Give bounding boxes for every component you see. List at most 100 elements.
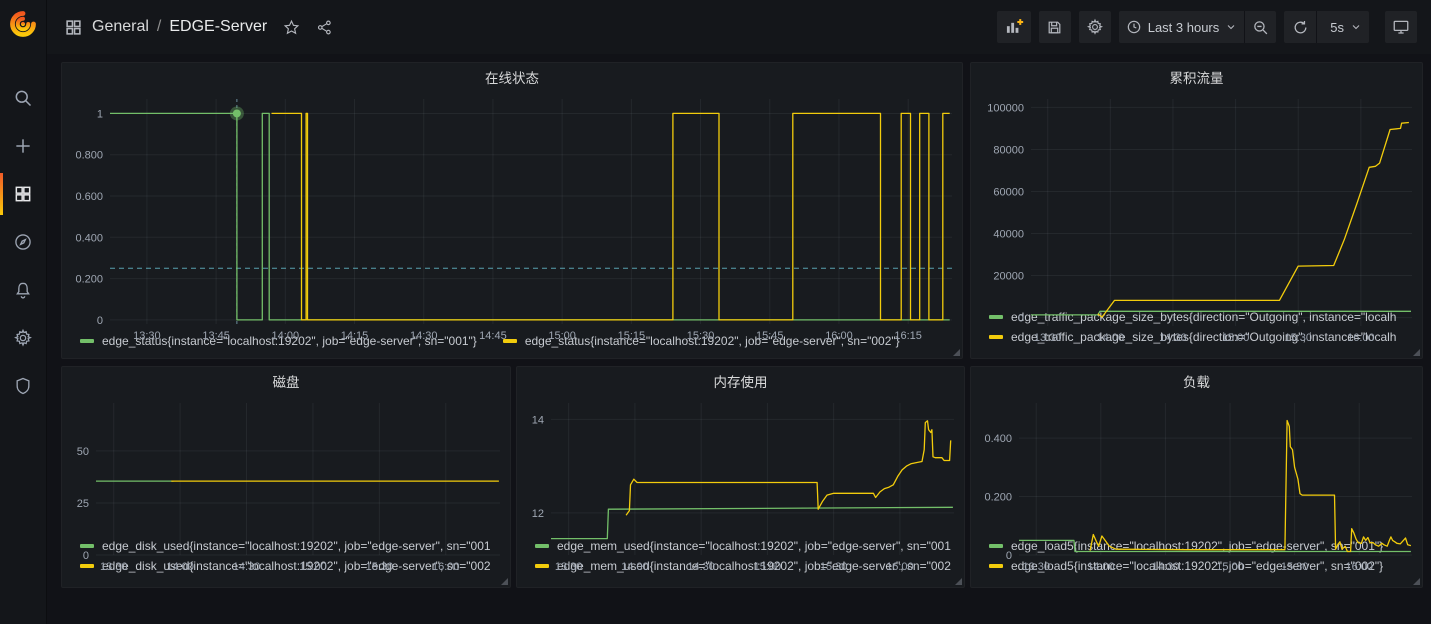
y-tick-label: 0.800	[75, 150, 103, 162]
y-tick-label: 1	[97, 108, 103, 120]
gear-icon	[1086, 18, 1104, 36]
y-tick-label: 60000	[993, 186, 1024, 198]
sidebar-item-search[interactable]	[0, 81, 46, 115]
shield-icon	[13, 376, 33, 396]
breadcrumb-folder[interactable]: General	[92, 18, 149, 36]
time-picker-button[interactable]: Last 3 hours	[1119, 11, 1245, 43]
refresh-interval-dropdown[interactable]: 5s	[1316, 11, 1369, 43]
panel-title[interactable]: 累积流量	[971, 63, 1422, 91]
search-minus-icon	[1252, 19, 1269, 36]
x-tick-label: 16:00	[432, 561, 460, 573]
main-area: General / EDGE-Server	[47, 0, 1431, 624]
y-tick-label: 20000	[993, 271, 1024, 283]
chart-cumulative-traffic[interactable]: 13:3014:0014:3015:0015:3016:000200004000…	[971, 91, 1422, 308]
panel-load: 负载 13:3014:0014:3015:0015:3016:0000.2000…	[970, 366, 1423, 588]
chart-disk[interactable]: 13:3014:0014:3015:0015:3016:0002550	[62, 395, 510, 537]
zoom-out-button[interactable]	[1244, 11, 1276, 43]
y-tick-label: 0	[97, 315, 103, 327]
sidebar	[0, 0, 47, 624]
annotation-dot[interactable]	[233, 109, 241, 117]
series-line-1	[272, 113, 950, 320]
y-tick-label: 0	[1006, 550, 1012, 562]
sidebar-item-server-admin[interactable]	[0, 369, 46, 403]
x-tick-label: 16:00	[825, 330, 853, 342]
chart-memory-usage[interactable]: 13:3014:0014:3015:0015:3016:001214	[517, 395, 964, 537]
sidebar-item-alerting[interactable]	[0, 273, 46, 307]
x-tick-label: 14:30	[233, 561, 261, 573]
clock-icon	[1126, 19, 1142, 35]
grafana-app: General / EDGE-Server	[0, 0, 1431, 624]
x-tick-label: 15:00	[299, 561, 327, 573]
series-line-0	[1031, 311, 1411, 315]
x-tick-label: 14:30	[410, 330, 438, 342]
sidebar-item-configuration[interactable]	[0, 321, 46, 355]
chart-svg-load: 13:3014:0014:3015:0015:3016:0000.2000.40…	[971, 395, 1422, 577]
dashboard-content: 在线状态 13:3013:4514:0014:1514:3014:4515:00…	[47, 54, 1431, 624]
bar-chart-plus-icon	[1004, 17, 1024, 37]
chart-svg-memory-usage: 13:3014:0014:3015:0015:3016:001214	[517, 395, 964, 577]
bell-icon	[13, 280, 33, 300]
x-tick-label: 14:00	[166, 561, 194, 573]
x-tick-label: 15:00	[1222, 332, 1250, 344]
refresh-group: 5s	[1284, 11, 1369, 43]
save-icon	[1046, 19, 1063, 36]
x-tick-label: 15:15	[618, 330, 646, 342]
grafana-logo-icon	[9, 10, 37, 38]
x-tick-label: 13:45	[202, 330, 230, 342]
x-tick-label: 13:30	[100, 561, 128, 573]
panel-resize-handle[interactable]	[1413, 349, 1420, 356]
panel-title[interactable]: 负载	[971, 367, 1422, 395]
star-icon	[283, 19, 300, 36]
refresh-button[interactable]	[1284, 11, 1316, 43]
series-line-1	[1090, 421, 1411, 552]
plus-icon	[13, 136, 33, 156]
x-tick-label: 16:00	[1347, 332, 1375, 344]
favorite-star-button[interactable]	[283, 19, 300, 36]
y-tick-label: 0.600	[75, 191, 103, 203]
share-dashboard-button[interactable]	[316, 19, 333, 36]
sidebar-item-dashboards[interactable]	[0, 177, 46, 211]
panel-resize-handle[interactable]	[501, 578, 508, 585]
chart-svg-online-status: 13:3013:4514:0014:1514:3014:4515:0015:15…	[62, 91, 962, 346]
panel-title[interactable]: 磁盘	[62, 367, 510, 395]
x-tick-label: 16:15	[894, 330, 922, 342]
cycle-view-mode-button[interactable]	[1385, 11, 1417, 43]
chart-online-status[interactable]: 13:3013:4514:0014:1514:3014:4515:0015:15…	[62, 91, 962, 332]
panel-title[interactable]: 在线状态	[62, 63, 962, 91]
refresh-interval-label: 5s	[1330, 20, 1344, 35]
x-tick-label: 13:30	[1034, 332, 1062, 344]
x-tick-label: 14:00	[621, 561, 649, 573]
time-picker-group: Last 3 hours	[1119, 11, 1277, 43]
panel-resize-handle[interactable]	[953, 349, 960, 356]
chart-load[interactable]: 13:3014:0014:3015:0015:3016:0000.2000.40…	[971, 395, 1422, 537]
x-tick-label: 14:00	[1097, 332, 1125, 344]
x-tick-label: 15:00	[754, 561, 782, 573]
y-tick-label: 0	[1018, 313, 1024, 325]
x-tick-label: 15:30	[1284, 332, 1312, 344]
series-line-0	[551, 507, 953, 538]
panel-title[interactable]: 内存使用	[517, 367, 964, 395]
y-tick-label: 100000	[987, 102, 1024, 114]
series-line-1	[626, 421, 951, 515]
chart-svg-disk: 13:3014:0014:3015:0015:3016:0002550	[62, 395, 510, 577]
y-tick-label: 0	[83, 550, 89, 562]
x-tick-label: 14:30	[687, 561, 715, 573]
panel-resize-handle[interactable]	[955, 578, 962, 585]
x-tick-label: 14:30	[1152, 561, 1180, 573]
panel-resize-handle[interactable]	[1413, 578, 1420, 585]
dashboard-title[interactable]: EDGE-Server	[169, 18, 267, 36]
sidebar-item-create[interactable]	[0, 129, 46, 163]
save-dashboard-button[interactable]	[1039, 11, 1071, 43]
y-tick-label: 25	[77, 498, 89, 510]
grafana-logo[interactable]	[0, 0, 47, 47]
x-tick-label: 16:00	[1345, 561, 1373, 573]
dashboard-settings-button[interactable]	[1079, 11, 1111, 43]
apps-grid-icon	[13, 184, 33, 204]
x-tick-label: 15:00	[548, 330, 576, 342]
time-range-label: Last 3 hours	[1148, 20, 1220, 35]
sidebar-item-explore[interactable]	[0, 225, 46, 259]
y-tick-label: 80000	[993, 144, 1024, 156]
y-tick-label: 14	[532, 414, 544, 426]
add-panel-button[interactable]	[997, 11, 1031, 43]
sidebar-nav	[0, 81, 46, 403]
